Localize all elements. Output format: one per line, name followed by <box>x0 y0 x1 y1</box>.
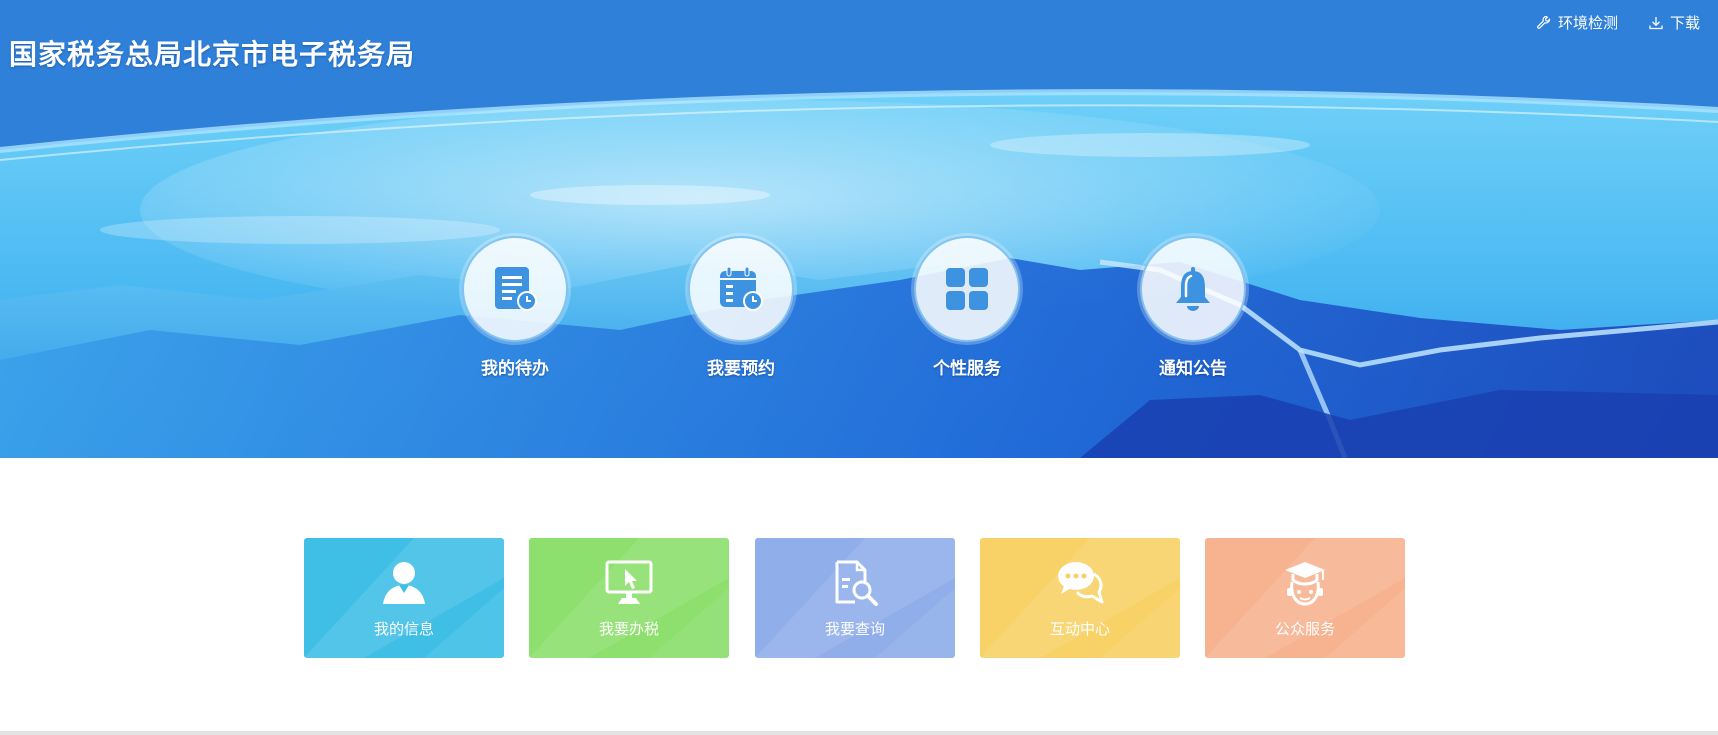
nav-my-todo[interactable]: 我的待办 <box>440 236 590 379</box>
nav-personal-service[interactable]: 个性服务 <box>892 236 1042 379</box>
todo-document-icon <box>495 267 537 311</box>
circle-button <box>1140 236 1246 342</box>
tile-do-tax[interactable]: 我要办税 <box>529 538 729 658</box>
tile-my-info[interactable]: 我的信息 <box>304 538 504 658</box>
nav-label: 通知公告 <box>1159 359 1227 379</box>
circle-button <box>688 236 794 342</box>
nav-label: 我的待办 <box>481 359 549 379</box>
tile-label: 互动中心 <box>1049 620 1110 638</box>
grid-apps-icon <box>946 268 988 310</box>
env-check-label: 环境检测 <box>1557 14 1618 32</box>
graduate-icon <box>1285 562 1325 606</box>
monitor-cursor-icon <box>605 560 653 604</box>
site-title: 国家税务总局北京市电子税务局 <box>9 38 416 71</box>
top-links: 环境检测 下载 <box>1536 12 1700 33</box>
footer-divider <box>0 731 1718 735</box>
user-icon <box>383 562 425 604</box>
chat-bubbles-icon <box>1058 562 1104 604</box>
nav-appointment[interactable]: 我要预约 <box>666 236 816 379</box>
nav-notice[interactable]: 通知公告 <box>1118 236 1268 379</box>
download-icon <box>1649 16 1663 29</box>
nav-label: 个性服务 <box>933 359 1001 379</box>
download-label: 下载 <box>1669 14 1700 32</box>
nav-label: 我要预约 <box>707 359 775 379</box>
wrench-icon <box>1537 15 1551 29</box>
tile-label: 我的信息 <box>373 620 434 638</box>
tile-label: 我要办税 <box>598 620 659 638</box>
hero-banner: 国家税务总局北京市电子税务局 环境检测 下载 我的待办 我要预约 个性服务 通知… <box>0 0 1718 458</box>
tile-label: 公众服务 <box>1274 620 1335 638</box>
env-check-link[interactable]: 环境检测 <box>1536 12 1618 33</box>
tile-public-service[interactable]: 公众服务 <box>1205 538 1405 658</box>
bell-icon <box>1176 267 1210 311</box>
calendar-clock-icon <box>720 266 763 311</box>
tile-interaction[interactable]: 互动中心 <box>980 538 1180 658</box>
download-link[interactable]: 下载 <box>1648 12 1700 33</box>
tile-label: 我要查询 <box>824 620 885 638</box>
circle-button <box>914 236 1020 342</box>
document-search-icon <box>835 560 878 606</box>
tile-query[interactable]: 我要查询 <box>755 538 955 658</box>
circle-button <box>462 236 568 342</box>
